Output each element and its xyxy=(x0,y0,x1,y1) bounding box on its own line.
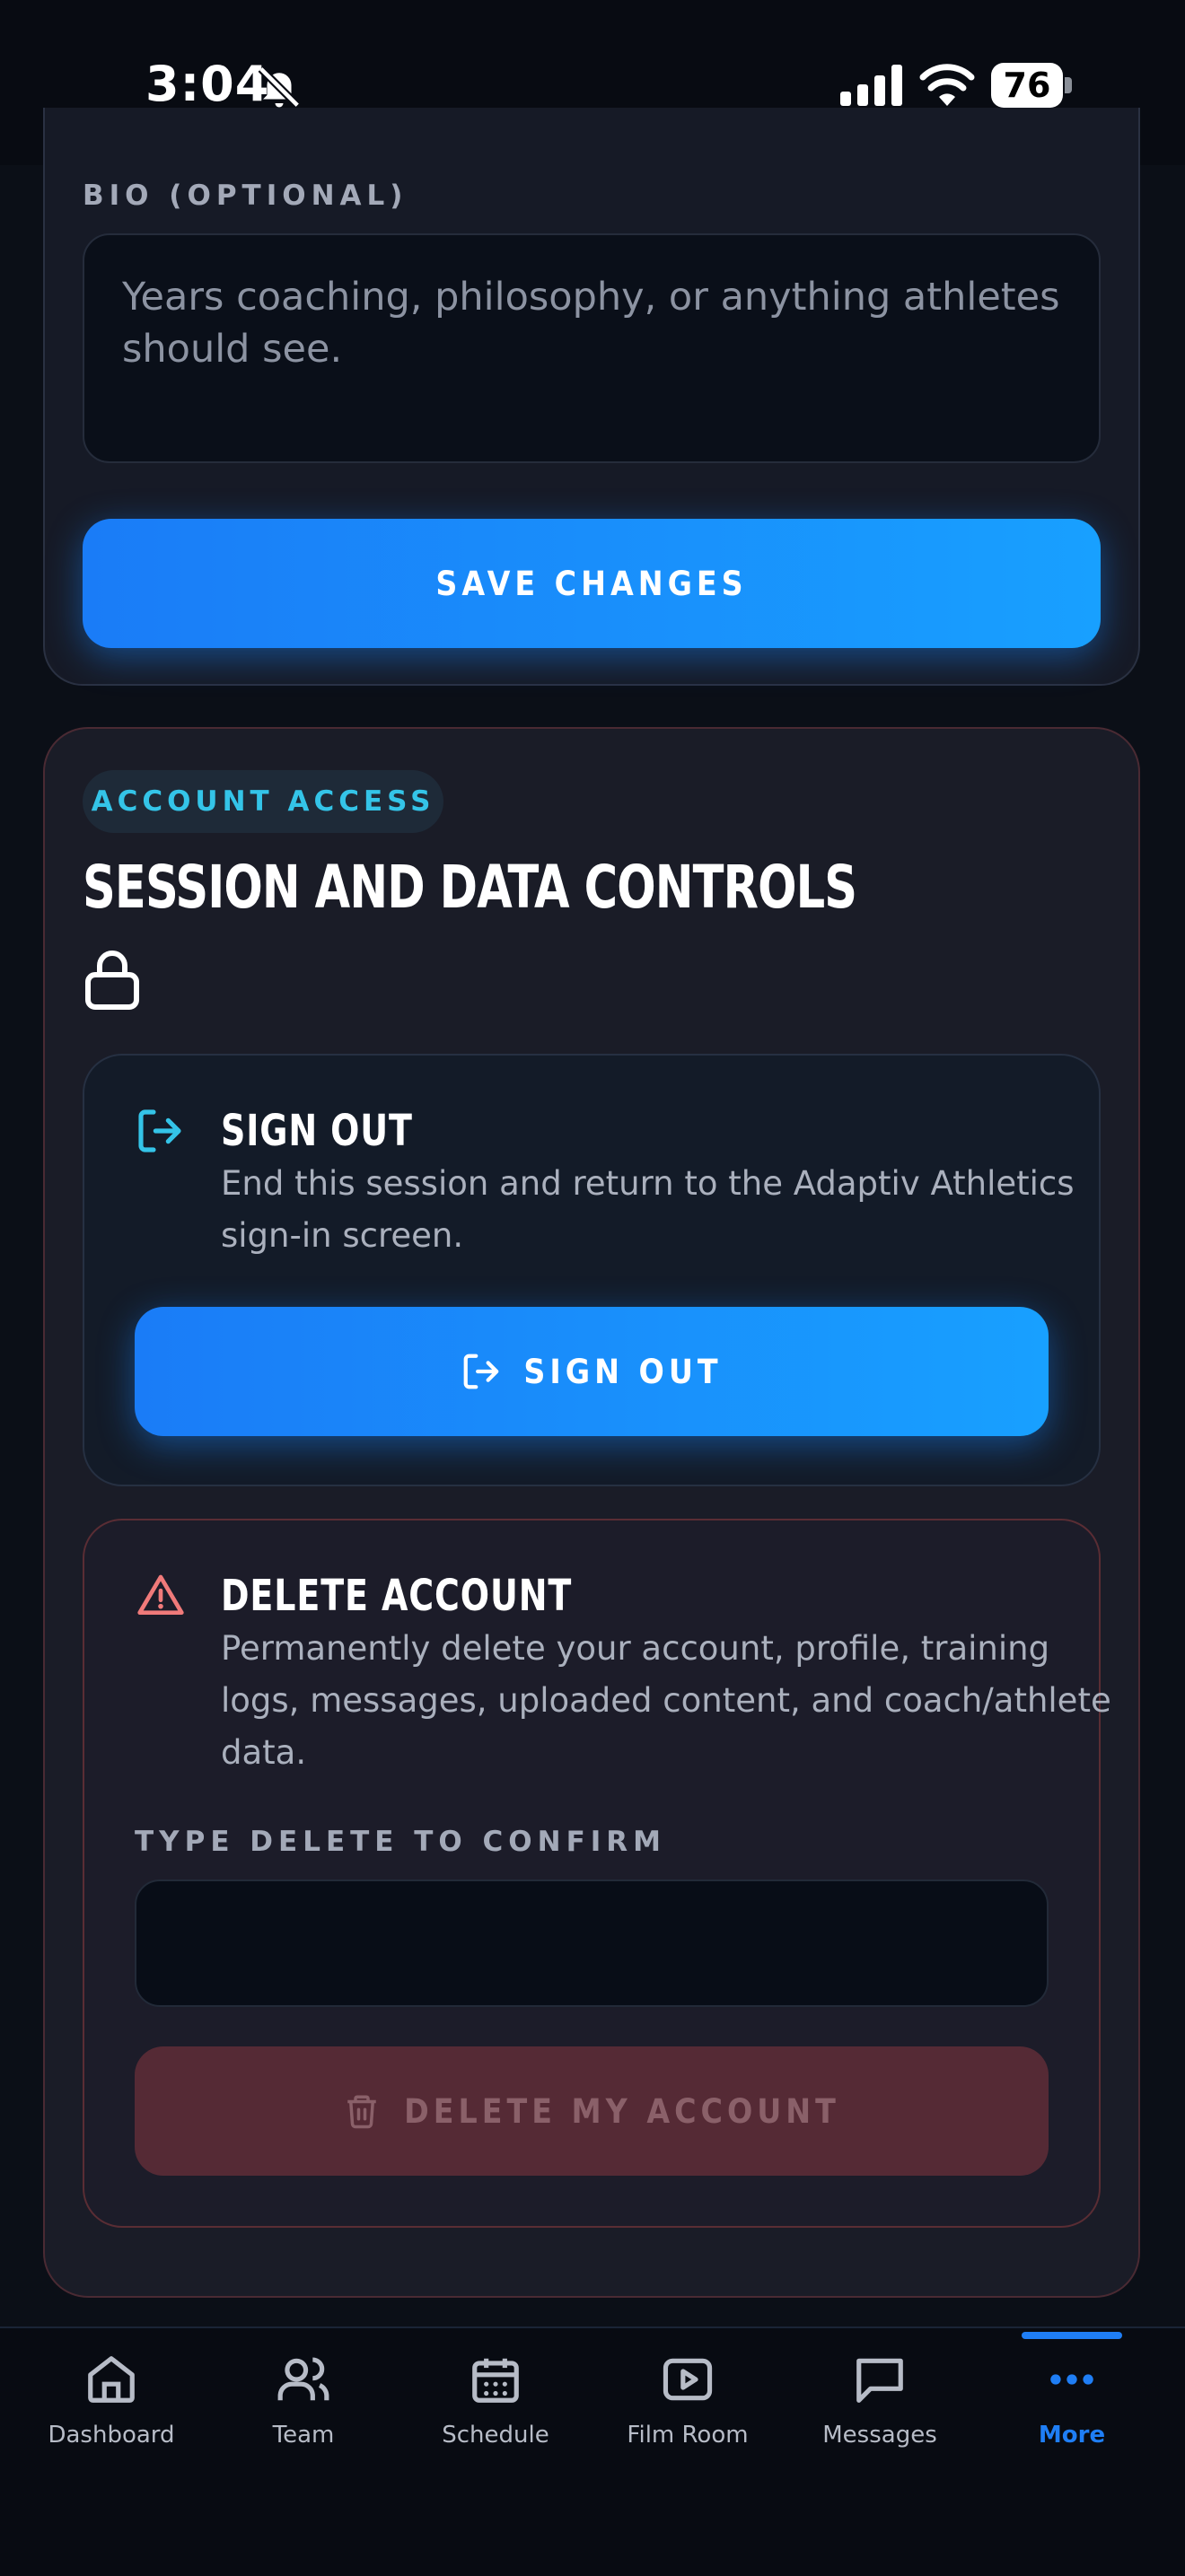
bio-input[interactable]: Years coaching, philosophy, or anything … xyxy=(83,233,1101,463)
cellular-signal-icon xyxy=(840,65,902,106)
tab-schedule[interactable]: Schedule xyxy=(406,2352,585,2449)
wifi-icon xyxy=(919,64,975,106)
delete-account-description: Permanently delete your account, profile… xyxy=(221,1629,1111,1772)
tab-label: More xyxy=(1038,2422,1106,2449)
calendar-icon xyxy=(472,2358,519,2403)
sign-out-title: SIGN OUT xyxy=(221,1106,413,1156)
sign-out-button-label: SIGN OUT xyxy=(523,1352,723,1391)
save-changes-label: SAVE CHANGES xyxy=(435,564,748,603)
tab-messages[interactable]: Messages xyxy=(790,2352,970,2449)
active-tab-indicator xyxy=(1022,2332,1122,2339)
battery-level: 76 xyxy=(1003,66,1051,105)
delete-account-title: DELETE ACCOUNT xyxy=(221,1571,573,1621)
confirm-label: TYPE DELETE TO CONFIRM xyxy=(135,1826,667,1858)
tab-label: Film Room xyxy=(627,2422,749,2449)
tab-team[interactable]: Team xyxy=(214,2352,393,2449)
sign-out-button[interactable]: SIGN OUT xyxy=(135,1307,1049,1436)
tab-film-room[interactable]: Film Room xyxy=(598,2352,777,2449)
tab-label: Dashboard xyxy=(48,2422,175,2449)
sign-out-icon xyxy=(138,1109,181,1152)
warning-icon xyxy=(137,1574,184,1615)
account-access-badge: ACCOUNT ACCESS xyxy=(83,770,443,833)
tab-label: Messages xyxy=(822,2422,937,2449)
tab-more[interactable]: More xyxy=(982,2352,1162,2449)
status-time: 3:04 xyxy=(145,56,270,112)
tab-dashboard[interactable]: Dashboard xyxy=(22,2352,201,2449)
delete-account-button[interactable]: DELETE MY ACCOUNT xyxy=(135,2046,1049,2176)
users-icon xyxy=(277,2357,329,2401)
message-icon xyxy=(856,2358,903,2403)
more-icon xyxy=(1050,2374,1093,2385)
sign-out-description: End this session and return to the Adapt… xyxy=(221,1164,1075,1255)
battery-indicator: 76 xyxy=(991,63,1072,108)
tab-label: Schedule xyxy=(442,2422,549,2449)
trash-icon xyxy=(347,2095,376,2129)
lock-icon xyxy=(85,951,139,1010)
play-icon xyxy=(663,2358,713,2401)
save-changes-button[interactable]: SAVE CHANGES xyxy=(83,519,1101,648)
sign-out-icon xyxy=(464,1354,499,1389)
section-title: SESSION AND DATA CONTROLS xyxy=(83,853,857,922)
bell-muted-icon xyxy=(258,66,301,109)
confirm-delete-input[interactable] xyxy=(135,1879,1049,2007)
home-icon xyxy=(88,2356,135,2403)
tab-label: Team xyxy=(272,2422,335,2449)
bio-label: BIO (OPTIONAL) xyxy=(83,180,408,212)
delete-account-button-label: DELETE MY ACCOUNT xyxy=(404,2091,840,2131)
